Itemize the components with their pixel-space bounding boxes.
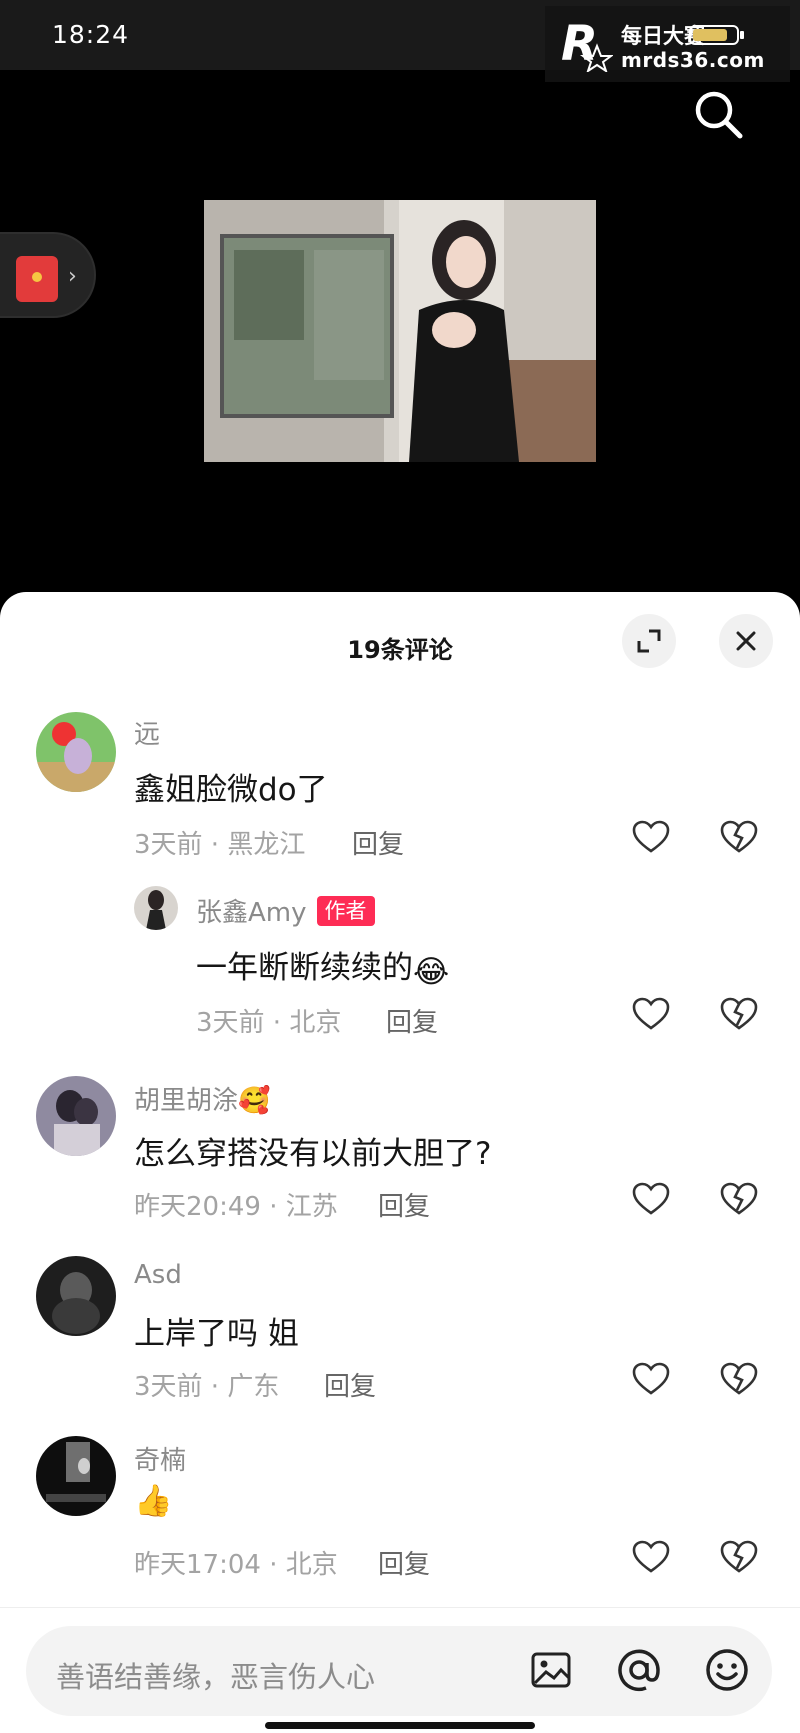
comment-text: 一年断断续续的😂 [196, 942, 449, 990]
reply-button[interactable]: 回复 [378, 1186, 430, 1223]
like-icon[interactable] [632, 820, 670, 854]
reply-button[interactable]: 回复 [378, 1544, 430, 1581]
like-icon[interactable] [632, 1362, 670, 1396]
avatar[interactable] [36, 712, 116, 792]
comment-meta: 昨天17:04 · 北京 [134, 1550, 338, 1580]
comment-text: 鑫姐脸微do了 [134, 772, 328, 808]
comment-username[interactable]: 张鑫Amy 作者 [196, 892, 375, 929]
comment-meta: 3天前 · 黑龙江 [134, 830, 306, 860]
comment-text: 👍 [134, 1483, 173, 1519]
comment-input-placeholder: 善语结善缘，恶言伤人心 [56, 1660, 376, 1694]
comment-username[interactable]: 胡里胡涂🥰 [134, 1080, 270, 1117]
reply-button[interactable]: 回复 [386, 1002, 438, 1039]
smiling-hearts-emoji: 🥰 [238, 1086, 271, 1116]
video-image [204, 200, 596, 462]
video-frame[interactable] [204, 200, 596, 462]
dislike-icon[interactable] [720, 820, 758, 854]
comment-username[interactable]: 奇楠 [134, 1440, 186, 1477]
battery-icon [689, 25, 744, 45]
search-button[interactable] [688, 84, 750, 146]
comments-count-title: 19条评论 [347, 636, 453, 664]
avatar[interactable] [36, 1076, 116, 1156]
comment-input[interactable]: 善语结善缘，恶言伤人心 [26, 1626, 772, 1716]
emoji-icon[interactable] [704, 1647, 750, 1693]
chevron-right-icon: › [68, 264, 77, 289]
watermark-url: mrds36.com [621, 48, 765, 72]
avatar[interactable] [36, 1256, 116, 1336]
mention-icon[interactable] [616, 1647, 662, 1693]
red-packet-widget[interactable]: › [0, 232, 96, 318]
reply-button[interactable]: 回复 [324, 1366, 376, 1403]
comment-text: 怎么穿搭没有以前大胆了? [134, 1136, 492, 1172]
status-time: 18:24 [52, 20, 130, 49]
expand-button[interactable] [622, 614, 676, 668]
comments-sheet: 19条评论 远 鑫姐脸微do了 3天前 · 黑龙江 回复 张鑫Amy 作者 一年… [0, 592, 800, 1733]
home-indicator [265, 1722, 535, 1729]
username-text: 胡里胡涂 [134, 1086, 239, 1116]
close-button[interactable] [719, 614, 773, 668]
dislike-icon[interactable] [720, 1362, 758, 1396]
dislike-icon[interactable] [720, 1540, 758, 1574]
search-icon [695, 91, 743, 139]
input-divider [0, 1607, 800, 1608]
watermark-logo: R [561, 16, 613, 72]
comment-meta: 3天前 · 广东 [134, 1372, 280, 1402]
dislike-icon[interactable] [720, 997, 758, 1031]
close-icon [736, 631, 756, 651]
avatar[interactable] [134, 886, 178, 930]
like-icon[interactable] [632, 997, 670, 1031]
reply-button[interactable]: 回复 [352, 824, 404, 861]
comment-text-content: 一年断断续续的 [196, 950, 413, 986]
svg-text:R: R [561, 16, 598, 72]
expand-icon [637, 629, 661, 653]
comment-meta: 昨天20:49 · 江苏 [134, 1192, 338, 1222]
red-packet-icon [16, 256, 58, 302]
comment-text: 上岸了吗 姐 [134, 1316, 299, 1352]
dislike-icon[interactable] [720, 1182, 758, 1216]
image-icon[interactable] [528, 1647, 574, 1693]
username-text: 张鑫Amy [196, 898, 307, 928]
author-badge: 作者 [316, 896, 375, 926]
like-icon[interactable] [632, 1540, 670, 1574]
laughing-emoji: 😂 [413, 954, 450, 990]
comment-username[interactable]: Asd [134, 1260, 182, 1290]
comment-meta: 3天前 · 北京 [196, 1008, 342, 1038]
comment-username[interactable]: 远 [134, 714, 160, 751]
avatar[interactable] [36, 1436, 116, 1516]
like-icon[interactable] [632, 1182, 670, 1216]
